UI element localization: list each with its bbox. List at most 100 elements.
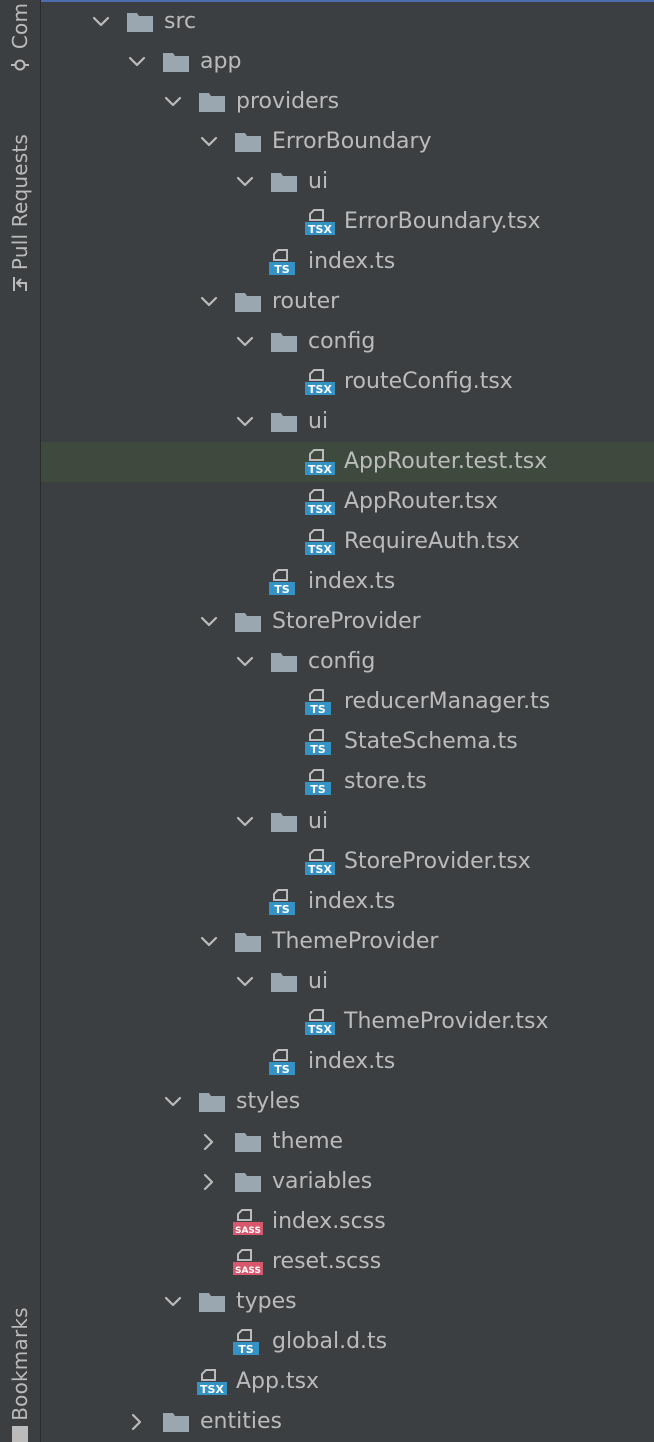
svg-text:TS: TS: [274, 583, 290, 595]
tree-item-label: config: [308, 329, 376, 354]
tree-folder-entities[interactable]: entities: [41, 1402, 654, 1442]
tree-item-label: config: [308, 649, 376, 674]
chevron-right-icon[interactable]: [199, 1172, 219, 1192]
tree-item-label: global.d.ts: [272, 1329, 388, 1354]
tree-item-label: index.ts: [308, 569, 396, 594]
svg-text:SASS: SASS: [235, 1266, 261, 1275]
tree-file-storeprovider-tsx[interactable]: TSX StoreProvider.tsx: [41, 842, 654, 882]
chevron-right-icon[interactable]: [199, 1132, 219, 1152]
tree-item-label: reducerManager.ts: [344, 689, 551, 714]
bookmarks-label: Bookmarks: [8, 1307, 33, 1421]
svg-text:TS: TS: [310, 783, 326, 795]
chevron-down-icon[interactable]: [235, 972, 255, 992]
tree-folder-app[interactable]: app: [41, 42, 654, 82]
chevron-down-icon[interactable]: [199, 612, 219, 632]
tree-file-approuter-test-tsx[interactable]: TSX AppRouter.test.tsx: [41, 442, 654, 482]
tree-item-label: entities: [200, 1409, 282, 1434]
bookmarks-tool-button[interactable]: Bookmarks: [0, 1290, 40, 1442]
tree-file-index-scss[interactable]: SASS index.scss: [41, 1202, 654, 1242]
pull-requests-tool-button[interactable]: Pull Requests: [0, 110, 40, 300]
tree-file-index-ts[interactable]: TS index.ts: [41, 562, 654, 602]
chevron-down-icon[interactable]: [91, 12, 111, 32]
chevron-right-icon[interactable]: [127, 1412, 147, 1432]
tree-item-label: index.ts: [308, 1049, 396, 1074]
tree-item-label: app: [200, 49, 242, 74]
tsx-file-icon: TSX: [305, 1009, 335, 1035]
ts-file-icon: TS: [305, 729, 335, 755]
folder-icon: [233, 1129, 263, 1155]
tree-item-label: types: [236, 1289, 297, 1314]
commit-tool-button[interactable]: Com: [0, 0, 40, 80]
tree-file-routeconfig-tsx[interactable]: TSX routeConfig.tsx: [41, 362, 654, 402]
tree-file-reducermanager-ts[interactable]: TS reducerManager.ts: [41, 682, 654, 722]
tree-folder-theme[interactable]: theme: [41, 1122, 654, 1162]
tree-item-label: ThemeProvider.tsx: [344, 1009, 549, 1034]
tree-item-label: StoreProvider.tsx: [344, 849, 531, 874]
folder-icon: [269, 809, 299, 835]
chevron-down-icon[interactable]: [235, 412, 255, 432]
chevron-down-icon[interactable]: [127, 52, 147, 72]
tree-file-errorboundary-tsx[interactable]: TSX ErrorBoundary.tsx: [41, 202, 654, 242]
tree-folder-config[interactable]: config: [41, 642, 654, 682]
tree-item-label: ThemeProvider: [272, 929, 439, 954]
tree-folder-src[interactable]: src: [41, 2, 654, 42]
tree-file-global-d-ts[interactable]: TS global.d.ts: [41, 1322, 654, 1362]
folder-icon: [233, 1169, 263, 1195]
tree-folder-router[interactable]: router: [41, 282, 654, 322]
chevron-down-icon[interactable]: [199, 932, 219, 952]
chevron-down-icon[interactable]: [235, 172, 255, 192]
tree-item-label: ErrorBoundary.tsx: [344, 209, 541, 234]
chevron-down-icon[interactable]: [163, 1092, 183, 1112]
tree-file-index-ts[interactable]: TS index.ts: [41, 242, 654, 282]
tree-file-reset-scss[interactable]: SASS reset.scss: [41, 1242, 654, 1282]
chevron-down-icon[interactable]: [235, 812, 255, 832]
tree-folder-storeprovider[interactable]: StoreProvider: [41, 602, 654, 642]
chevron-down-icon[interactable]: [199, 132, 219, 152]
pull-requests-label: Pull Requests: [8, 133, 32, 271]
chevron-down-icon[interactable]: [235, 332, 255, 352]
tree-item-label: ui: [308, 169, 329, 194]
chevron-down-icon[interactable]: [235, 652, 255, 672]
tree-folder-errorboundary[interactable]: ErrorBoundary: [41, 122, 654, 162]
folder-icon: [269, 649, 299, 675]
tree-file-themeprovider-tsx[interactable]: TSX ThemeProvider.tsx: [41, 1002, 654, 1042]
tree-file-index-ts[interactable]: TS index.ts: [41, 882, 654, 922]
tree-file-stateschema-ts[interactable]: TS StateSchema.ts: [41, 722, 654, 762]
tsx-file-icon: TSX: [305, 369, 335, 395]
tree-folder-providers[interactable]: providers: [41, 82, 654, 122]
tree-file-app-tsx[interactable]: TSX App.tsx: [41, 1362, 654, 1402]
svg-text:TSX: TSX: [308, 543, 332, 555]
tsx-file-icon: TSX: [197, 1369, 227, 1395]
tree-folder-ui[interactable]: ui: [41, 402, 654, 442]
sass-file-icon: SASS: [233, 1249, 263, 1275]
ts-file-icon: TS: [269, 1049, 299, 1075]
tree-folder-ui[interactable]: ui: [41, 802, 654, 842]
tree-folder-config[interactable]: config: [41, 322, 654, 362]
tree-folder-ui[interactable]: ui: [41, 962, 654, 1002]
tree-item-label: variables: [272, 1169, 373, 1194]
tree-file-store-ts[interactable]: TS store.ts: [41, 762, 654, 802]
tree-folder-types[interactable]: types: [41, 1282, 654, 1322]
tree-folder-styles[interactable]: styles: [41, 1082, 654, 1122]
tree-item-label: router: [272, 289, 340, 314]
folder-icon: [233, 289, 263, 315]
project-tree[interactable]: src app providers ErrorBoundary ui TSX ErrorBo…: [41, 2, 654, 1442]
left-tool-stripe: Com Pull Requests Bookmarks: [0, 0, 41, 1442]
tree-folder-variables[interactable]: variables: [41, 1162, 654, 1202]
tree-item-label: index.scss: [272, 1209, 386, 1234]
chevron-down-icon[interactable]: [199, 292, 219, 312]
chevron-down-icon[interactable]: [163, 1292, 183, 1312]
tree-item-label: index.ts: [308, 889, 396, 914]
tsx-file-icon: TSX: [305, 849, 335, 875]
svg-text:SASS: SASS: [235, 1226, 261, 1235]
ts-file-icon: TS: [269, 249, 299, 275]
tree-folder-ui[interactable]: ui: [41, 162, 654, 202]
svg-text:TS: TS: [310, 703, 326, 715]
chevron-down-icon[interactable]: [163, 92, 183, 112]
tree-file-requireauth-tsx[interactable]: TSX RequireAuth.tsx: [41, 522, 654, 562]
commit-tool-label: Com: [8, 2, 33, 50]
tree-file-approuter-tsx[interactable]: TSX AppRouter.tsx: [41, 482, 654, 522]
tree-file-index-ts[interactable]: TS index.ts: [41, 1042, 654, 1082]
tree-folder-themeprovider[interactable]: ThemeProvider: [41, 922, 654, 962]
tree-item-label: ui: [308, 969, 329, 994]
